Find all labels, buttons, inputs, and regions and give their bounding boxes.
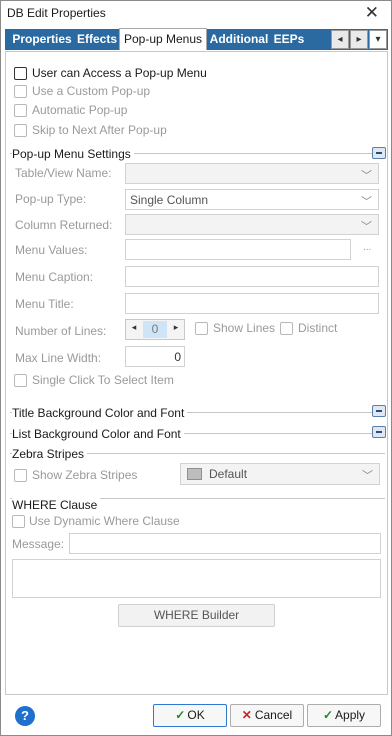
popup-menus-panel: User can Access a Pop-up Menu Use a Cust… [5, 51, 388, 695]
number-of-lines-label: Number of Lines: [15, 324, 107, 338]
zebra-color-select[interactable]: Default ﹀ [180, 463, 380, 485]
close-icon[interactable]: ✕ [365, 3, 379, 23]
tab-additional[interactable]: Additional [208, 29, 270, 50]
menu-caption-input[interactable] [125, 266, 379, 287]
show-zebra-checkbox[interactable] [14, 469, 27, 482]
column-returned-label: Column Returned: [15, 218, 113, 232]
menu-values-input[interactable] [125, 239, 351, 260]
tab-bar: Properties Effects Pop-up Menus Addition… [5, 28, 388, 50]
automatic-popup-checkbox[interactable] [14, 104, 27, 117]
popup-type-select[interactable]: Single Column ﹀ [125, 189, 379, 210]
chevron-right-icon[interactable]: ▸ [350, 30, 368, 49]
menu-title-label: Menu Title: [15, 297, 74, 311]
chevron-left-icon[interactable]: ◂ [331, 30, 349, 49]
checkmark-icon: ✓ [322, 708, 334, 722]
number-of-lines-stepper[interactable]: ◂ 0 ▸ [125, 319, 185, 340]
show-lines-checkbox[interactable] [195, 322, 208, 335]
column-returned-select[interactable]: ﹀ [125, 214, 379, 235]
chevron-down-icon: ﹀ [361, 170, 372, 182]
popup-type-value: Single Column [130, 193, 209, 207]
chevron-down-icon: ﹀ [361, 221, 372, 233]
user-can-access-checkbox[interactable] [14, 67, 27, 80]
dialog-window: DB Edit Properties ✕ Properties Effects … [0, 0, 392, 736]
cancel-button[interactable]: ✕ Cancel [230, 704, 304, 727]
chevron-down-icon: ﹀ [362, 470, 373, 482]
zebra-color-value: Default [209, 467, 248, 481]
message-input[interactable] [69, 533, 381, 554]
show-zebra-label: Show Zebra Stripes [32, 468, 138, 482]
single-click-label: Single Click To Select Item [32, 373, 174, 387]
number-of-lines-value: 0 [143, 321, 167, 338]
collapse-icon[interactable] [372, 405, 386, 417]
max-line-width-input[interactable]: 0 [125, 346, 185, 367]
dynamic-where-label: Use Dynamic Where Clause [29, 514, 180, 528]
tab-effects[interactable]: Effects [75, 29, 119, 50]
table-view-select[interactable]: ﹀ [125, 163, 379, 184]
chevron-down-icon[interactable]: ▾ [369, 30, 387, 49]
title-bg-section-title: Title Background Color and Font [12, 406, 188, 420]
x-icon: ✕ [241, 708, 252, 722]
apply-label: Apply [335, 708, 366, 722]
ok-label: OK [187, 708, 205, 722]
where-clause-textarea[interactable] [12, 559, 381, 598]
apply-button[interactable]: ✓ Apply [307, 704, 381, 727]
chevron-down-icon: ﹀ [361, 196, 372, 208]
window-title: DB Edit Properties [7, 6, 106, 20]
menu-values-ellipsis-button[interactable]: ... [363, 242, 371, 253]
show-lines-label: Show Lines [213, 321, 276, 335]
menu-caption-label: Menu Caption: [15, 270, 94, 284]
tab-eeps[interactable]: EEPs [271, 29, 307, 50]
settings-section-title: Pop-up Menu Settings [12, 147, 134, 161]
use-custom-label: Use a Custom Pop-up [32, 84, 151, 98]
distinct-checkbox[interactable] [280, 322, 293, 335]
ok-button[interactable]: ✓ OK [153, 704, 227, 727]
cancel-label: Cancel [254, 708, 293, 722]
single-click-checkbox[interactable] [14, 374, 27, 387]
title-bar: DB Edit Properties ✕ [1, 1, 391, 27]
skip-next-checkbox[interactable] [14, 124, 27, 137]
tab-popup-menus[interactable]: Pop-up Menus [119, 28, 207, 50]
dynamic-where-checkbox[interactable] [12, 515, 25, 528]
message-label: Message: [12, 537, 65, 551]
chevron-right-icon[interactable]: ▸ [170, 322, 182, 333]
menu-values-label: Menu Values: [15, 243, 88, 257]
tab-properties[interactable]: Properties [9, 29, 75, 50]
zebra-section-title: Zebra Stripes [12, 447, 88, 461]
collapse-icon[interactable] [372, 426, 386, 438]
color-swatch [187, 468, 202, 480]
collapse-icon[interactable] [372, 147, 386, 159]
list-bg-section-title: List Background Color and Font [12, 427, 184, 441]
where-section-title: WHERE Clause [12, 498, 101, 512]
user-can-access-label: User can Access a Pop-up Menu [32, 66, 207, 80]
menu-title-input[interactable] [125, 293, 379, 314]
max-line-width-value: 0 [174, 350, 181, 364]
skip-next-label: Skip to Next After Pop-up [32, 123, 167, 137]
max-line-width-label: Max Line Width: [15, 351, 102, 365]
popup-type-label: Pop-up Type: [15, 192, 87, 206]
automatic-popup-label: Automatic Pop-up [32, 103, 128, 117]
checkmark-icon: ✓ [175, 708, 186, 722]
distinct-label: Distinct [298, 321, 338, 335]
use-custom-checkbox[interactable] [14, 85, 27, 98]
chevron-left-icon[interactable]: ◂ [128, 322, 140, 333]
help-icon[interactable]: ? [15, 706, 35, 726]
where-builder-button[interactable]: WHERE Builder [118, 604, 275, 627]
table-view-label: Table/View Name: [15, 166, 112, 180]
